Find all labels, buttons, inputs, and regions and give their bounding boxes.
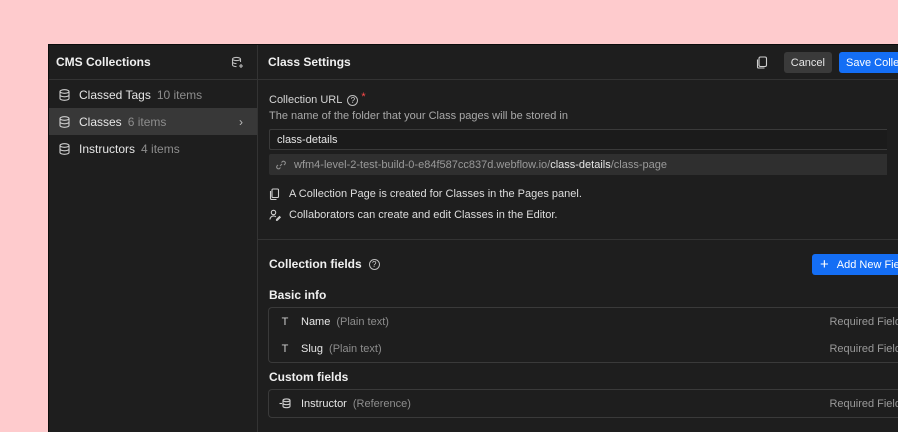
main-header: Class Settings Cancel Save Collection: [258, 45, 898, 80]
field-name: Name: [301, 315, 331, 328]
sidebar-item-classes[interactable]: Classes 6 items ›: [49, 108, 257, 135]
sidebar-item-instructors[interactable]: Instructors 4 items: [49, 135, 257, 162]
field-row-name[interactable]: T Name (Plain text) Required Field: [269, 308, 898, 335]
text-type-icon: T: [281, 342, 289, 355]
help-icon[interactable]: ?: [347, 94, 359, 106]
field-row-instructor[interactable]: Instructor (Reference) Required Field: [269, 390, 898, 417]
field-required: Required Field: [829, 342, 898, 355]
help-icon[interactable]: ?: [368, 258, 380, 270]
info-collection-page: A Collection Page is created for Classes…: [269, 188, 887, 200]
sidebar-item-count: 10 items: [156, 87, 203, 102]
basic-info-title: Basic info: [269, 288, 327, 302]
info-collection-page-text: A Collection Page is created for Classes…: [289, 188, 582, 200]
main-panel: Class Settings Cancel Save Collection Co…: [258, 45, 898, 432]
field-type: (Reference): [352, 397, 411, 410]
save-collection-button[interactable]: Save Collection: [839, 52, 898, 73]
collection-url-input[interactable]: class-details: [269, 129, 887, 150]
user-edit-icon: [269, 209, 281, 221]
collection-fields-title: Collection fields: [269, 257, 362, 271]
sidebar-item-classed-tags[interactable]: Classed Tags 10 items: [49, 81, 257, 108]
sidebar-header: CMS Collections: [49, 45, 257, 80]
required-asterisk: *: [361, 91, 366, 103]
sidebar-item-count: 6 items: [127, 114, 167, 129]
header-actions: Cancel Save Collection: [756, 52, 898, 73]
collection-url-value: class-details: [277, 133, 338, 146]
field-required: Required Field: [829, 315, 898, 328]
url-preview-slug: class-details: [550, 158, 611, 171]
basic-info-fields: T Name (Plain text) Required Field T Slu…: [268, 307, 898, 363]
reference-type-icon: [279, 398, 291, 409]
field-type: (Plain text): [336, 315, 389, 328]
collection-url-label-row: Collection URL ? *: [269, 91, 887, 106]
custom-fields-title: Custom fields: [269, 370, 349, 384]
database-icon: [59, 142, 71, 155]
sidebar-item-label: Instructors: [79, 141, 136, 156]
sidebar: CMS Collections Classed Tags 10 items Cl…: [49, 45, 258, 432]
field-row-slug[interactable]: T Slug (Plain text) Required Field: [269, 335, 898, 362]
collection-url-section: Collection URL ? * The name of the folde…: [258, 80, 898, 240]
add-new-field-label: Add New Field: [836, 258, 898, 271]
field-name: Slug: [301, 342, 324, 355]
database-icon: [59, 115, 71, 128]
info-collaborators: Collaborators can create and edit Classe…: [269, 209, 887, 221]
pages-icon: [269, 188, 281, 200]
sidebar-item-label: Classes: [79, 114, 122, 129]
collection-list: Classed Tags 10 items Classes 6 items › …: [49, 80, 257, 162]
url-preview-prefix: wfm4-level-2-test-build-0-e84f587cc837d.…: [294, 158, 551, 171]
add-new-field-button[interactable]: + Add New Field: [812, 254, 898, 275]
add-collection-icon[interactable]: [229, 54, 245, 70]
field-required: Required Field: [829, 397, 898, 410]
page-title: Class Settings: [268, 55, 351, 69]
plus-icon: +: [820, 256, 829, 273]
chevron-right-icon: ›: [239, 114, 243, 129]
link-icon: [276, 160, 286, 170]
url-preview: wfm4-level-2-test-build-0-e84f587cc837d.…: [269, 154, 887, 175]
info-collaborators-text: Collaborators can create and edit Classe…: [289, 209, 558, 221]
cancel-button[interactable]: Cancel: [783, 52, 832, 73]
field-type: (Plain text): [329, 342, 382, 355]
app-window: CMS Collections Classed Tags 10 items Cl…: [49, 45, 898, 432]
sidebar-title: CMS Collections: [56, 55, 151, 69]
sidebar-item-label: Classed Tags: [79, 87, 151, 102]
collection-url-hint: The name of the folder that your Class p…: [269, 110, 568, 122]
collection-fields-header: Collection fields ? + Add New Field: [258, 240, 898, 288]
sidebar-item-count: 4 items: [141, 141, 180, 156]
field-name: Instructor: [301, 397, 347, 410]
database-icon: [59, 88, 71, 101]
url-preview-suffix: /class-page: [610, 158, 667, 171]
text-type-icon: T: [281, 315, 289, 328]
copy-icon[interactable]: [756, 55, 770, 70]
collection-url-label: Collection URL: [269, 94, 343, 106]
custom-fields: Instructor (Reference) Required Field: [268, 389, 898, 418]
